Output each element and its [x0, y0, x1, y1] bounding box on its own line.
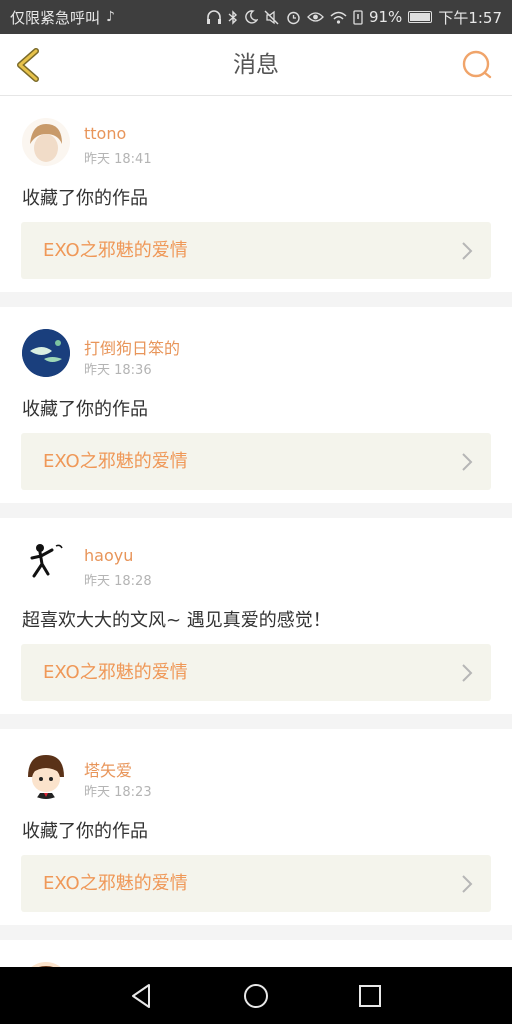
search-button[interactable] [460, 48, 494, 82]
avatar[interactable] [22, 751, 70, 799]
message-time: 昨天 18:23 [84, 785, 152, 800]
carrier-text: 仅限紧急呼叫 [10, 8, 101, 27]
username[interactable]: 打倒狗日笨的 [84, 335, 180, 359]
message-text: 收藏了你的作品 [22, 821, 148, 842]
message-time: 昨天 18:28 [84, 574, 152, 589]
message-list[interactable]: ttono 昨天 18:41 收藏了你的作品 EXO之邪魅的爱情 打倒狗日笨的 … [0, 96, 512, 967]
message-card: ttono 昨天 18:41 收藏了你的作品 EXO之邪魅的爱情 [0, 96, 512, 292]
work-link[interactable]: EXO之邪魅的爱情 [21, 433, 491, 490]
message-card: haoyu 昨天 18:28 超喜欢大大的文风~ 遇见真爱的感觉！ EXO之邪魅… [0, 518, 512, 714]
message-card [0, 940, 512, 967]
page-title: 消息 [233, 52, 279, 78]
work-title: EXO之邪魅的爱情 [43, 873, 188, 894]
message-card: 塔矢爱 昨天 18:23 收藏了你的作品 EXO之邪魅的爱情 [0, 729, 512, 925]
message-time: 昨天 18:41 [84, 152, 152, 167]
battery-icon [408, 11, 433, 23]
home-circle-icon[interactable] [241, 981, 271, 1011]
chevron-right-icon [462, 664, 473, 682]
chevron-right-icon [462, 453, 473, 471]
work-link[interactable]: EXO之邪魅的爱情 [21, 222, 491, 279]
top-header: 消息 [0, 34, 512, 96]
work-title: EXO之邪魅的爱情 [43, 662, 188, 683]
username[interactable]: 塔矢爱 [84, 757, 132, 781]
tiktok-icon: ♪ [106, 9, 115, 25]
username[interactable]: ttono [84, 124, 126, 143]
alarm-icon [287, 11, 300, 24]
message-card: 打倒狗日笨的 昨天 18:36 收藏了你的作品 EXO之邪魅的爱情 [0, 307, 512, 503]
message-text: 收藏了你的作品 [22, 399, 148, 420]
moon-icon [245, 10, 258, 24]
system-nav-bar [0, 967, 512, 1024]
battery-percent: 91% [368, 8, 403, 26]
status-bar: 仅限紧急呼叫 ♪ 91% 下午1:57 [0, 0, 512, 34]
chevron-right-icon [462, 242, 473, 260]
back-triangle-icon[interactable] [127, 981, 157, 1011]
chevron-right-icon [462, 875, 473, 893]
sim-icon [353, 9, 363, 25]
recent-square-icon[interactable] [355, 981, 385, 1011]
work-link[interactable]: EXO之邪魅的爱情 [21, 855, 491, 912]
bluetooth-icon [228, 9, 237, 25]
username[interactable]: haoyu [84, 546, 133, 565]
avatar[interactable] [22, 540, 70, 588]
mute-icon [264, 10, 279, 24]
headphones-icon [206, 10, 221, 24]
wifi-icon [330, 11, 347, 24]
avatar[interactable] [22, 329, 70, 377]
eye-icon [307, 12, 324, 22]
message-text: 超喜欢大大的文风~ 遇见真爱的感觉！ [22, 610, 331, 631]
message-time: 昨天 18:36 [84, 363, 152, 378]
avatar[interactable] [22, 118, 70, 166]
work-link[interactable]: EXO之邪魅的爱情 [21, 644, 491, 701]
work-title: EXO之邪魅的爱情 [43, 240, 188, 261]
work-title: EXO之邪魅的爱情 [43, 451, 188, 472]
clock-time: 下午1:57 [438, 8, 502, 27]
message-text: 收藏了你的作品 [22, 188, 148, 209]
